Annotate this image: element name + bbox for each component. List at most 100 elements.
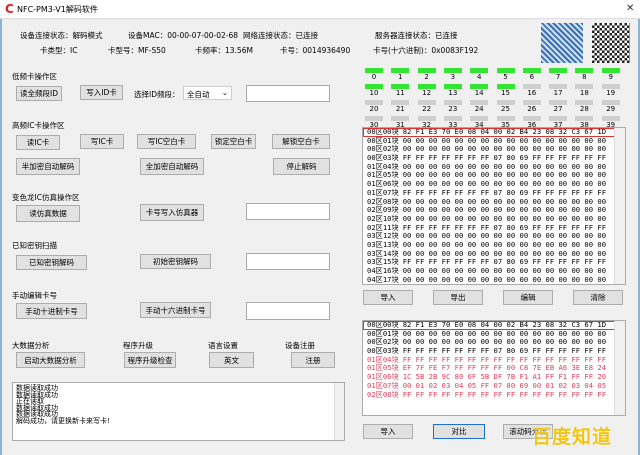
sector-indicator: 8 [574,68,594,81]
stop-decode-button[interactable]: 停止解码 [273,158,330,175]
known-key-decode-button[interactable]: 已知密钥解码 [16,255,87,270]
sector-number: 26 [527,105,537,113]
block-label: 02区09块 [367,205,399,215]
sector-indicator: 4 [469,68,489,81]
sector-number: 5 [503,73,508,81]
table-row[interactable]: 04区17块 00 00 00 00 00 00 00 00 00 00 00 0… [363,274,625,284]
manual-hex-button[interactable]: 手动十六进制卡号 [140,302,211,318]
import-compare-button[interactable]: 导入 [363,424,413,439]
sector-status-grid: 0 1 2 3 4 5 6 7 8 9 10 11 12 13 14 15 16 17 18 19 20 21 22 23 24… [364,68,626,129]
table-row[interactable]: 02区08块 FF FF FF FF FF FF FF FF FF FF FF F… [363,389,625,400]
scrollbar[interactable] [614,128,625,284]
block-data: 00 00 00 00 00 00 00 00 00 00 00 00 00 0… [402,337,607,347]
sector-number: 27 [553,105,563,113]
block-label: 00区03块 [367,153,399,163]
card-number-hex: 卡号(十六进制)：0x0083F192 [373,46,479,55]
sector-number: 6 [529,73,535,81]
sector-number: 24 [474,105,484,113]
block-data: EF 7F FE F7 FF FF FF FF 00 C8 7E EB A6 3… [402,363,607,373]
register-button[interactable]: 注册 [291,352,335,368]
block-label: 00区03块 [367,346,399,356]
card-frequency: 卡频率：13.56M [195,46,253,55]
block-label: 02区10块 [367,213,399,223]
known-key-input[interactable] [246,253,330,270]
chameleon-input[interactable] [246,203,330,220]
register-label: 设备注册 [285,341,315,350]
block-label: 03区14块 [367,248,399,258]
english-button[interactable]: 英文 [209,352,254,368]
read-ic-card-button[interactable]: 读IC卡 [16,135,60,150]
log-output[interactable]: 数据读取成功 数据读取成功 正在读取 数据读取成功 数据读取成功 解码成功，请更… [12,382,345,441]
network-status: 网络连接状态：已连接 [243,31,318,40]
sector-number: 16 [527,89,537,97]
unlock-blank-card-button[interactable]: 解锁空白卡 [272,134,330,149]
sector-indicator: 9 [601,68,621,81]
block-data: 00 00 00 00 00 00 00 00 00 00 00 00 00 0… [402,161,607,171]
export-button[interactable]: 导出 [433,290,483,305]
sector-number: 7 [555,73,561,81]
lf-input[interactable] [246,85,330,102]
log-scrollbar[interactable] [334,383,344,440]
device-mac: 设备MAC：00-00-07-00-02-68 [128,31,238,40]
block-data: 00 00 00 00 00 00 00 00 00 00 00 00 00 0… [402,196,607,206]
sector-number: 15 [501,89,510,97]
sector-number: 3 [450,73,456,81]
sector-indicator: 5 [496,68,516,81]
qr-code-image [592,23,630,63]
block-label: 03区12块 [367,231,399,241]
band-label: 选择ID频段： [134,90,180,99]
clear-button[interactable]: 清除 [573,290,623,305]
full-encrypted-decode-button[interactable]: 全加密自动解码 [140,158,204,175]
sector-indicator: 11 [390,84,410,97]
watermark-logo: 百度知道 [532,426,613,448]
log-line: 数据读取成功 [16,384,58,392]
scrollbar[interactable] [614,321,625,415]
manual-decimal-button[interactable]: 手动十进制卡号 [16,303,87,319]
log-line: 正在读取 [16,397,44,406]
sector-number: 2 [424,73,429,81]
sector-number: 4 [476,73,482,81]
initial-key-decode-button[interactable]: 初始密钥解码 [140,254,211,269]
close-icon[interactable]: ✕ [626,3,634,14]
write-ic-card-button[interactable]: 写IC卡 [80,134,124,149]
block-label: 00区02块 [367,144,399,154]
block-data: 00 00 00 00 00 00 00 00 00 00 00 00 00 0… [402,274,607,284]
manual-card-input[interactable] [246,302,330,320]
edit-button[interactable]: 编辑 [503,290,553,305]
sector-number: 29 [606,105,616,113]
import-button[interactable]: 导入 [363,290,413,305]
block-data: 00 00 00 00 00 00 00 00 00 00 00 00 00 0… [402,179,607,189]
lock-blank-card-button[interactable]: 锁定空白卡 [211,134,256,149]
sector-indicator: 1 [390,68,410,81]
card-type: 卡类型：IC [40,46,78,55]
known-key-section-title: 已知密钥扫描 [12,241,57,250]
read-all-band-id-button[interactable]: 读全频段ID [16,86,62,101]
lf-section-title: 低频卡操作区 [12,72,57,81]
card-data-table[interactable]: 00区00块 82 F1 E3 70 E0 08 04 00 02 B4 23 0… [362,127,626,285]
start-bigdata-button[interactable]: 启动大数据分析 [16,352,85,368]
read-sim-data-button[interactable]: 读仿真数据 [16,205,80,222]
sector-indicator: 27 [548,100,568,113]
sector-number: 17 [553,89,563,97]
compare-button[interactable]: 对比 [433,424,485,439]
block-label: 02区08块 [367,389,399,399]
half-encrypted-decode-button[interactable]: 半加密自动解码 [16,158,80,175]
block-label: 01区04块 [367,354,399,364]
write-sim-button[interactable]: 卡号写入仿真器 [140,204,204,221]
sector-indicator: 21 [390,100,410,113]
device-status: 设备连接状态：解码模式 [20,31,103,40]
log-line: 解码成功，请更换新卡来写卡! [16,416,110,425]
band-select[interactable]: 全自动 ⌄ [183,86,232,100]
sector-indicator: 0 [364,68,384,81]
card-number: 卡号：0014936490 [280,46,351,55]
compare-data-table[interactable]: 00区00块 82 F1 E3 70 E0 08 04 00 02 B4 23 0… [362,320,626,416]
language-label: 语言设置 [208,341,238,350]
block-data: 82 F1 E3 70 E0 08 04 00 02 B4 23 08 32 C… [402,127,607,136]
log-line: 数据读取成功 [16,390,58,399]
chevron-down-icon: ⌄ [221,88,228,97]
write-blank-ic-button[interactable]: 写IC空白卡 [137,134,196,149]
write-id-card-button[interactable]: 写入ID卡 [80,85,123,100]
check-upgrade-button[interactable]: 程序升级检查 [124,352,176,368]
sector-number: 28 [579,105,589,113]
window-title: NFC-PM3-V1解码软件 [17,5,98,14]
